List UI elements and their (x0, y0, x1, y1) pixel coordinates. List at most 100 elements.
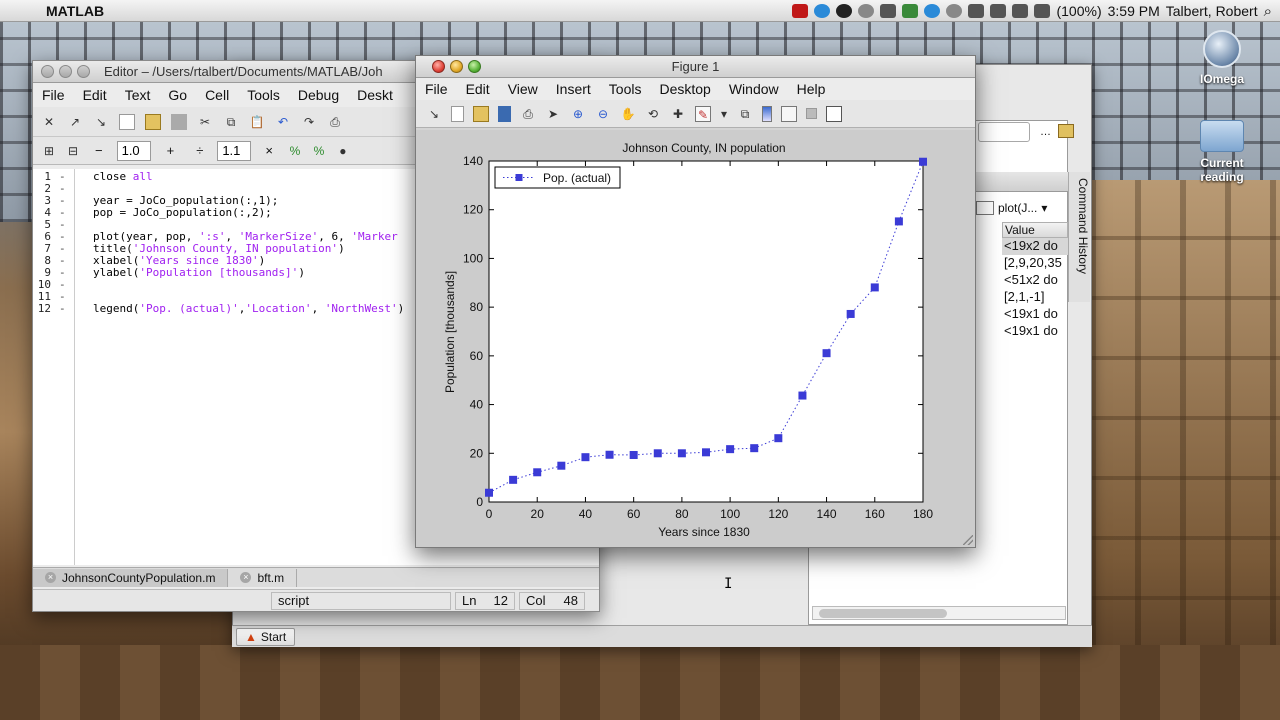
help-icon[interactable]: ● (335, 143, 351, 159)
browse-folder-icon[interactable] (1058, 124, 1074, 138)
open-folder-icon[interactable] (145, 113, 161, 130)
figure-titlebar[interactable]: Figure 1 (416, 56, 975, 78)
desktop-icon-iomega[interactable]: IOmega (1182, 30, 1262, 86)
workspace-value[interactable]: <19x1 do (1002, 306, 1068, 323)
battery-percent[interactable]: (100%) (1056, 3, 1101, 19)
menu-go[interactable]: Go (159, 87, 196, 103)
menu-tools[interactable]: Tools (238, 87, 289, 103)
menubar-user[interactable]: Talbert, Robert (1166, 3, 1258, 19)
decrement-value-input[interactable] (116, 140, 151, 161)
eval-cell-icon[interactable]: % (287, 143, 303, 159)
menubar-clock[interactable]: 3:59 PM (1108, 3, 1160, 19)
workspace-value[interactable]: [2,9,20,35 (1002, 255, 1068, 272)
save-icon[interactable] (171, 113, 187, 130)
tab-bft[interactable]: × bft.m (228, 568, 298, 587)
workspace-value[interactable]: <19x2 do (1002, 238, 1068, 255)
close-icon[interactable] (41, 65, 54, 78)
wifi-icon[interactable] (990, 4, 1007, 18)
menu-view[interactable]: View (499, 81, 547, 97)
undock-icon[interactable]: ↗ (67, 114, 83, 130)
current-folder-combo[interactable] (978, 122, 1030, 142)
workspace-value[interactable]: [2,1,-1] (1002, 289, 1068, 306)
close-tab-icon[interactable]: × (240, 572, 252, 583)
time-machine-icon[interactable] (946, 4, 963, 18)
menu-debug[interactable]: Debug (289, 87, 348, 103)
menu-text[interactable]: Text (116, 87, 160, 103)
bluetooth-icon[interactable] (968, 4, 985, 18)
desktop-icon-current-reading[interactable]: Current reading (1182, 120, 1262, 184)
close-icon[interactable] (432, 60, 445, 73)
menu-file[interactable]: File (33, 87, 74, 103)
cut-icon[interactable]: ✂ (197, 114, 213, 130)
breakpoint-marker[interactable]: - (59, 303, 66, 315)
open-folder-icon[interactable] (473, 105, 489, 122)
rotate-3d-icon[interactable]: ⟲ (645, 106, 661, 122)
new-figure-icon[interactable] (451, 105, 464, 122)
divide-button[interactable]: ÷ (190, 143, 209, 158)
show-plot-tools-icon[interactable] (826, 105, 842, 122)
menu-edit[interactable]: Edit (457, 81, 499, 97)
menu-insert[interactable]: Insert (547, 81, 600, 97)
sync-icon[interactable] (924, 4, 941, 18)
dock-icon[interactable]: ↘ (426, 106, 442, 122)
brush-icon[interactable]: ✎ (695, 105, 711, 122)
workspace-value[interactable]: <19x1 do (1002, 323, 1068, 340)
menu-desktop[interactable]: Deskt (348, 87, 402, 103)
workspace-value[interactable]: <51x2 do (1002, 272, 1068, 289)
menu-window[interactable]: Window (720, 81, 788, 97)
print-icon[interactable]: ⎙ (327, 114, 343, 130)
horizontal-scrollbar[interactable] (812, 606, 1066, 620)
scrollbar-thumb[interactable] (819, 609, 947, 618)
menu-edit[interactable]: Edit (74, 87, 116, 103)
close-x-icon[interactable]: ✕ (41, 114, 57, 130)
command-history-tab[interactable]: Command History (1068, 172, 1090, 302)
tab-johnson-county[interactable]: × JohnsonCountyPopulation.m (33, 568, 229, 587)
eval-cell-advance-icon[interactable]: % (311, 143, 327, 159)
start-button[interactable]: ▲ Start (236, 627, 296, 646)
print-icon[interactable]: ⎙ (520, 106, 536, 122)
paste-icon[interactable]: 📋 (249, 114, 265, 130)
app-menu-name[interactable]: MATLAB (46, 3, 104, 19)
new-file-icon[interactable] (119, 113, 135, 130)
zoom-icon[interactable] (468, 60, 481, 73)
plot-selector[interactable]: plot(J... ▾ (976, 198, 1068, 218)
redo-icon[interactable]: ↷ (301, 114, 317, 130)
recording-icon[interactable] (792, 4, 809, 18)
cell-mode-icon[interactable]: ⊟ (65, 143, 81, 159)
menu-desktop[interactable]: Desktop (650, 81, 719, 97)
menu-tools[interactable]: Tools (600, 81, 651, 97)
cancel-circle-icon[interactable] (858, 4, 875, 18)
data-cursor-icon[interactable]: ✚ (670, 106, 686, 122)
hide-plot-tools-icon[interactable] (806, 108, 817, 119)
pan-icon[interactable]: ✋ (620, 106, 636, 122)
decrement-button[interactable]: − (89, 143, 109, 158)
dock-icon[interactable]: ↘ (93, 114, 109, 130)
pointer-icon[interactable]: ➤ (545, 106, 561, 122)
colorbar-icon[interactable] (762, 105, 772, 122)
ellipsis-button[interactable]: … (1040, 126, 1051, 138)
minimize-icon[interactable] (450, 60, 463, 73)
apple-menu-icon[interactable] (14, 2, 32, 20)
scale-value-input[interactable] (217, 140, 252, 161)
multiply-button[interactable]: × (259, 143, 279, 158)
zoom-icon[interactable] (77, 65, 90, 78)
zoom-in-icon[interactable]: ⊕ (570, 106, 586, 122)
minimize-icon[interactable] (59, 65, 72, 78)
insert-cell-icon[interactable]: ⊞ (41, 143, 57, 159)
brush-dropdown-icon[interactable]: ▾ (720, 106, 728, 122)
twitter-icon[interactable] (814, 4, 831, 18)
resize-grip[interactable] (963, 535, 973, 545)
copy-icon[interactable]: ⧉ (223, 114, 239, 130)
save-icon[interactable] (498, 105, 511, 122)
link-plot-icon[interactable]: ⧉ (737, 106, 753, 122)
zoom-out-icon[interactable]: ⊖ (595, 106, 611, 122)
increment-button[interactable]: + (159, 143, 183, 158)
legend-icon[interactable] (781, 105, 797, 122)
dark-circle-icon[interactable] (836, 4, 853, 18)
value-column-header[interactable]: Value (1002, 222, 1068, 238)
undo-icon[interactable]: ↶ (275, 114, 291, 130)
menu-help[interactable]: Help (788, 81, 835, 97)
menu-cell[interactable]: Cell (196, 87, 238, 103)
grid-icon[interactable] (880, 4, 897, 18)
spotlight-icon[interactable]: ⌕ (1264, 3, 1272, 20)
